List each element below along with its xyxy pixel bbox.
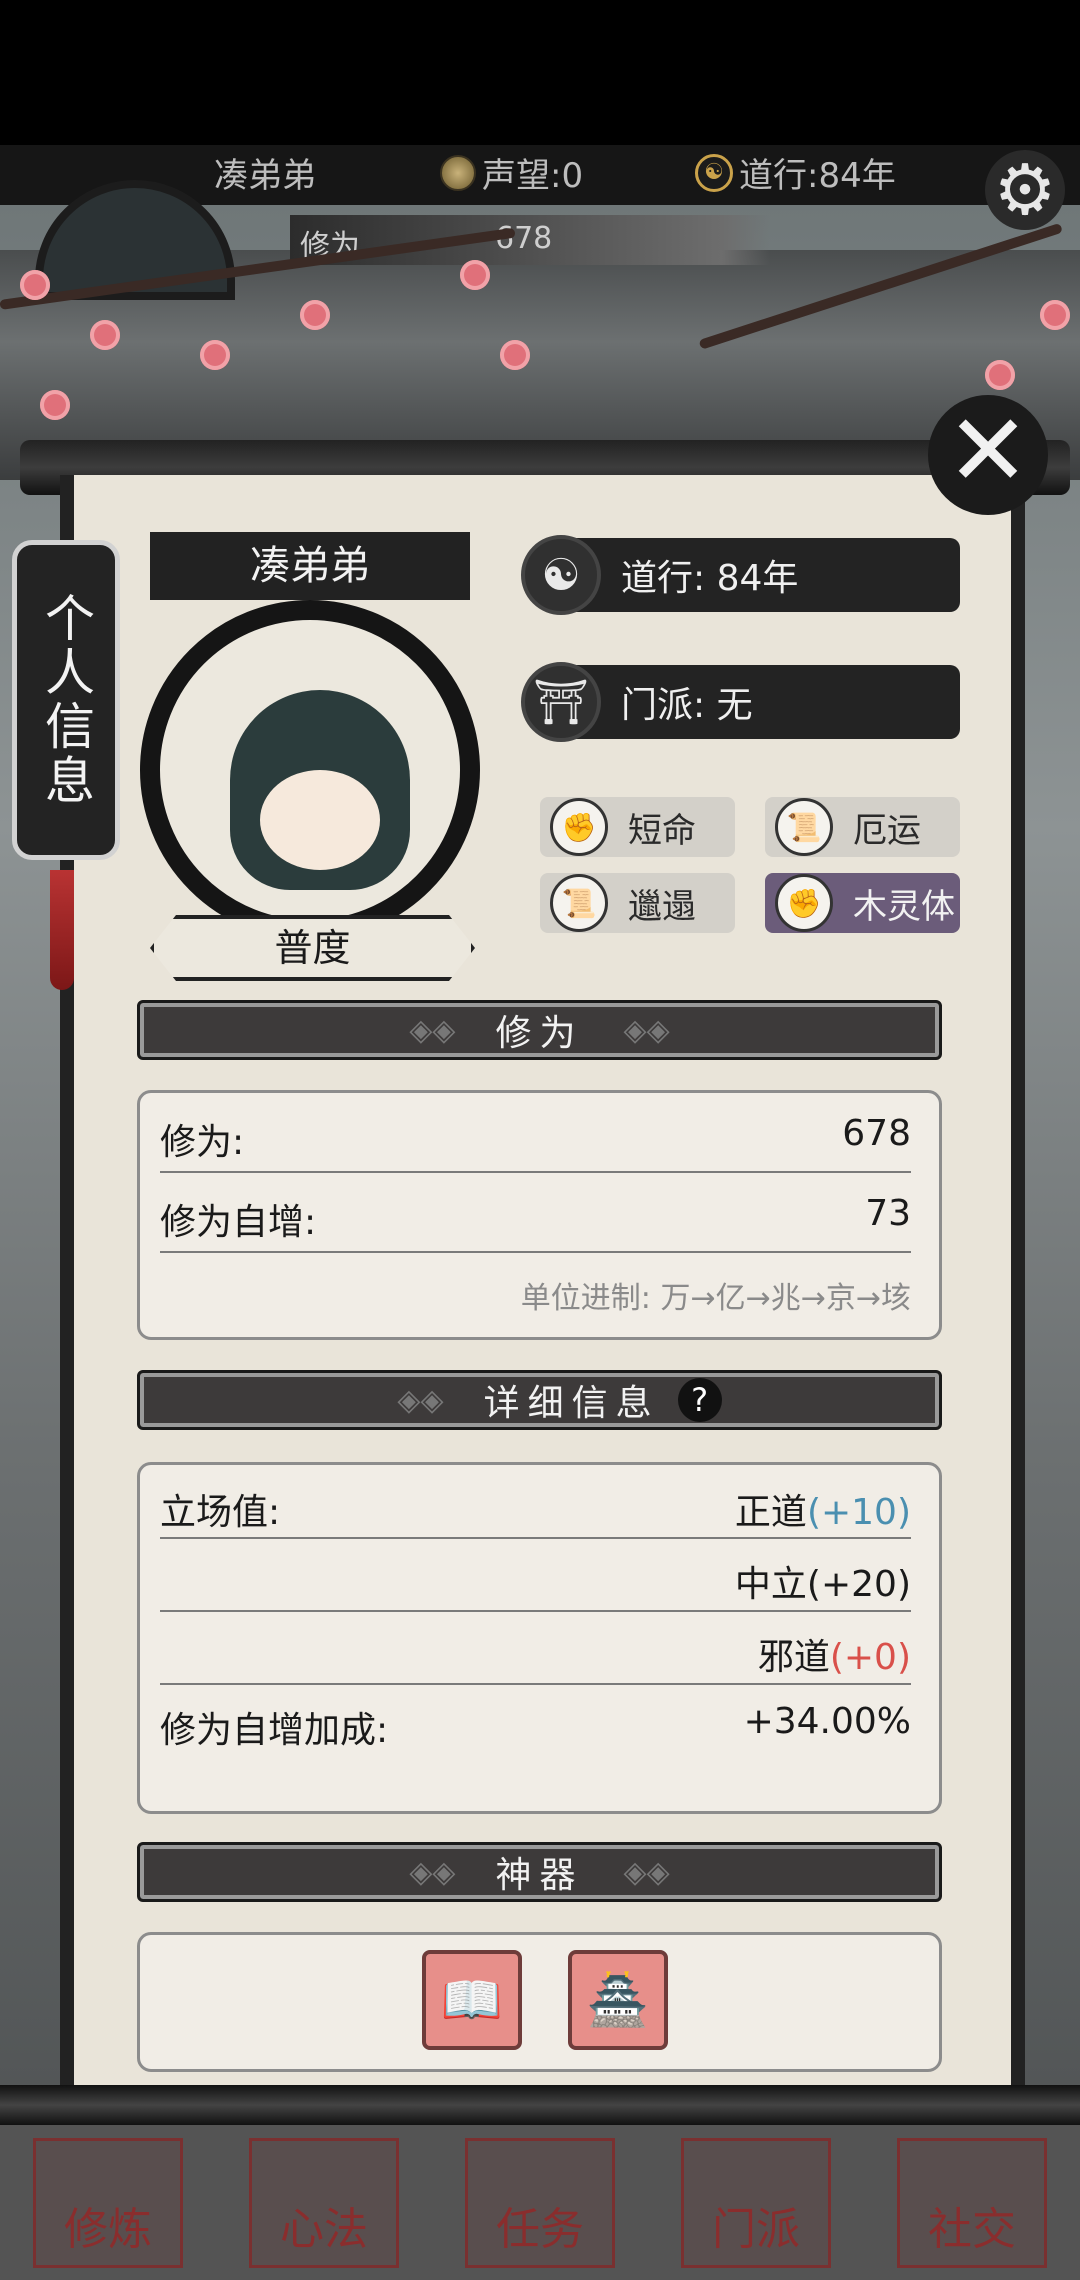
unit-note: 单位进制: 万→亿→兆→京→垓 — [520, 1281, 911, 1316]
stance-bonus: (+10) — [806, 1492, 911, 1533]
bottom-nav: 修炼 心法 任务 门派 社交 — [0, 2125, 1080, 2280]
settings-gear-icon[interactable]: ⚙ — [985, 150, 1065, 230]
plum-blossom — [1040, 300, 1070, 330]
divider — [160, 1537, 911, 1539]
stance-evil-row: 邪道(+0) — [160, 1628, 911, 1680]
trait-wood-spirit[interactable]: ✊ 木灵体 — [765, 873, 960, 933]
artifacts-box — [137, 1932, 942, 2072]
trait-label: 厄运 — [853, 810, 921, 851]
coin-icon — [440, 154, 476, 191]
ornament-icon: ◈◈ — [409, 1854, 456, 1890]
personal-info-tab[interactable]: 个人信息 — [12, 540, 120, 860]
artifacts-header-label: 神器 — [495, 1855, 584, 1896]
cultivation-value: 678 — [842, 1113, 911, 1154]
stance-evil: 邪道(+0) — [758, 1628, 911, 1680]
stance-neutral-row: 中立(+20) — [160, 1555, 911, 1607]
stance-neutral: 中立(+20) — [734, 1564, 911, 1605]
nav-sect[interactable]: 门派 — [681, 2137, 831, 2268]
details-box: 立场值: 正道(+10) 中立(+20) 邪道(+0) 修为自增加成: +34.… — [137, 1462, 942, 1814]
trait-label: 邋遢 — [628, 886, 696, 927]
plum-blossom — [90, 320, 120, 350]
nav-method[interactable]: 心法 — [249, 2137, 399, 2268]
divider — [160, 1171, 911, 1173]
nav-social[interactable]: 社交 — [897, 2137, 1047, 2268]
book-artifact-icon[interactable]: 📖 — [422, 1950, 522, 2050]
jade-seal-artifact-icon[interactable]: 🏯 — [568, 1950, 668, 2050]
daoxing-label: 道行:84年 — [739, 156, 896, 196]
daoxing-stat: ☯ 道行:84年 — [695, 148, 896, 197]
divider — [160, 1251, 911, 1253]
stance-name: 邪道 — [757, 1637, 830, 1678]
tassel-decoration — [50, 870, 74, 990]
help-icon[interactable]: ? — [677, 1378, 722, 1422]
trait-bad-luck[interactable]: 📜 厄运 — [765, 797, 960, 857]
scroll-bottom-rod — [0, 2085, 1080, 2125]
unit-note-row: 单位进制: 万→亿→兆→京→垓 — [160, 1273, 911, 1317]
nav-tasks[interactable]: 任务 — [465, 2137, 615, 2268]
cultivation-growth-row: 修为自增: 73 — [160, 1193, 911, 1245]
taiji-icon: ☯ — [695, 153, 733, 192]
ornament-icon: ◈◈ — [397, 1382, 444, 1418]
trait-label: 木灵体 — [853, 886, 955, 927]
bonus-label: 修为自增加成: — [160, 1710, 389, 1751]
stance-bonus: (+0) — [829, 1637, 911, 1678]
temple-icon: ⛩ — [521, 662, 601, 742]
sect-text: 门派: 无 — [621, 685, 753, 726]
cultivation-row: 修为: 678 — [160, 1113, 911, 1165]
scroll-icon: 📜 — [775, 798, 833, 856]
plum-blossom — [200, 340, 230, 370]
plum-blossom — [20, 270, 50, 300]
divider — [160, 1610, 911, 1612]
player-name-top: 凑弟弟 — [214, 156, 316, 196]
close-icon[interactable]: ✕ — [928, 395, 1048, 515]
reputation-label: 声望:0 — [482, 156, 584, 196]
plum-blossom — [985, 360, 1015, 390]
taiji-icon: ☯ — [521, 535, 601, 615]
artifacts-header: ◈◈ 神器 ◈◈ — [137, 1842, 942, 1902]
character-name: 凑弟弟 — [150, 532, 470, 600]
personal-info-tab-label: 个人信息 — [37, 592, 95, 808]
reputation-stat: 声望:0 — [440, 148, 583, 197]
character-avatar[interactable] — [140, 600, 480, 940]
plum-blossom — [40, 390, 70, 420]
daoxing-info: ☯ 道行: 84年 — [521, 535, 960, 615]
avatar-face — [260, 770, 380, 870]
plum-blossom — [500, 340, 530, 370]
fist-icon: ✊ — [550, 798, 608, 856]
bonus-value: +34.00% — [743, 1701, 911, 1742]
plum-blossom — [460, 260, 490, 290]
trait-short-life[interactable]: ✊ 短命 — [540, 797, 735, 857]
stance-label: 立场值: — [160, 1492, 281, 1533]
details-header-label: 详细信息 — [483, 1383, 660, 1424]
ornament-icon: ◈◈ — [409, 1012, 456, 1048]
stance-row: 立场值: 正道(+10) — [160, 1483, 911, 1535]
plum-blossom — [300, 300, 330, 330]
cultivation-box: 修为: 678 修为自增: 73 单位进制: 万→亿→兆→京→垓 — [137, 1090, 942, 1340]
details-header: ◈◈ 详细信息 ? — [137, 1370, 942, 1430]
cultivation-label: 修为: — [160, 1122, 245, 1163]
stance-name: 正道 — [734, 1492, 807, 1533]
daoxing-text: 道行: 84年 — [621, 558, 799, 599]
cultivation-header-label: 修为 — [495, 1013, 584, 1054]
divider — [160, 1683, 911, 1685]
nav-cultivate[interactable]: 修炼 — [33, 2137, 183, 2268]
status-bar — [0, 0, 1080, 145]
cultivation-header: ◈◈ 修为 ◈◈ — [137, 1000, 942, 1060]
stance-righteous: 正道(+10) — [735, 1483, 911, 1535]
bonus-row: 修为自增加成: +34.00% — [160, 1701, 911, 1753]
scroll-icon: 📜 — [550, 874, 608, 932]
trait-sloppy[interactable]: 📜 邋遢 — [540, 873, 735, 933]
fist-icon: ✊ — [775, 874, 833, 932]
cultivation-growth-value: 73 — [865, 1193, 911, 1234]
cultivation-growth-label: 修为自增: — [160, 1202, 317, 1243]
ornament-icon: ◈◈ — [623, 1012, 670, 1048]
trait-label: 短命 — [628, 810, 696, 851]
ornament-icon: ◈◈ — [623, 1854, 670, 1890]
sect-info: ⛩ 门派: 无 — [521, 662, 960, 742]
character-title: 普度 — [150, 915, 475, 981]
